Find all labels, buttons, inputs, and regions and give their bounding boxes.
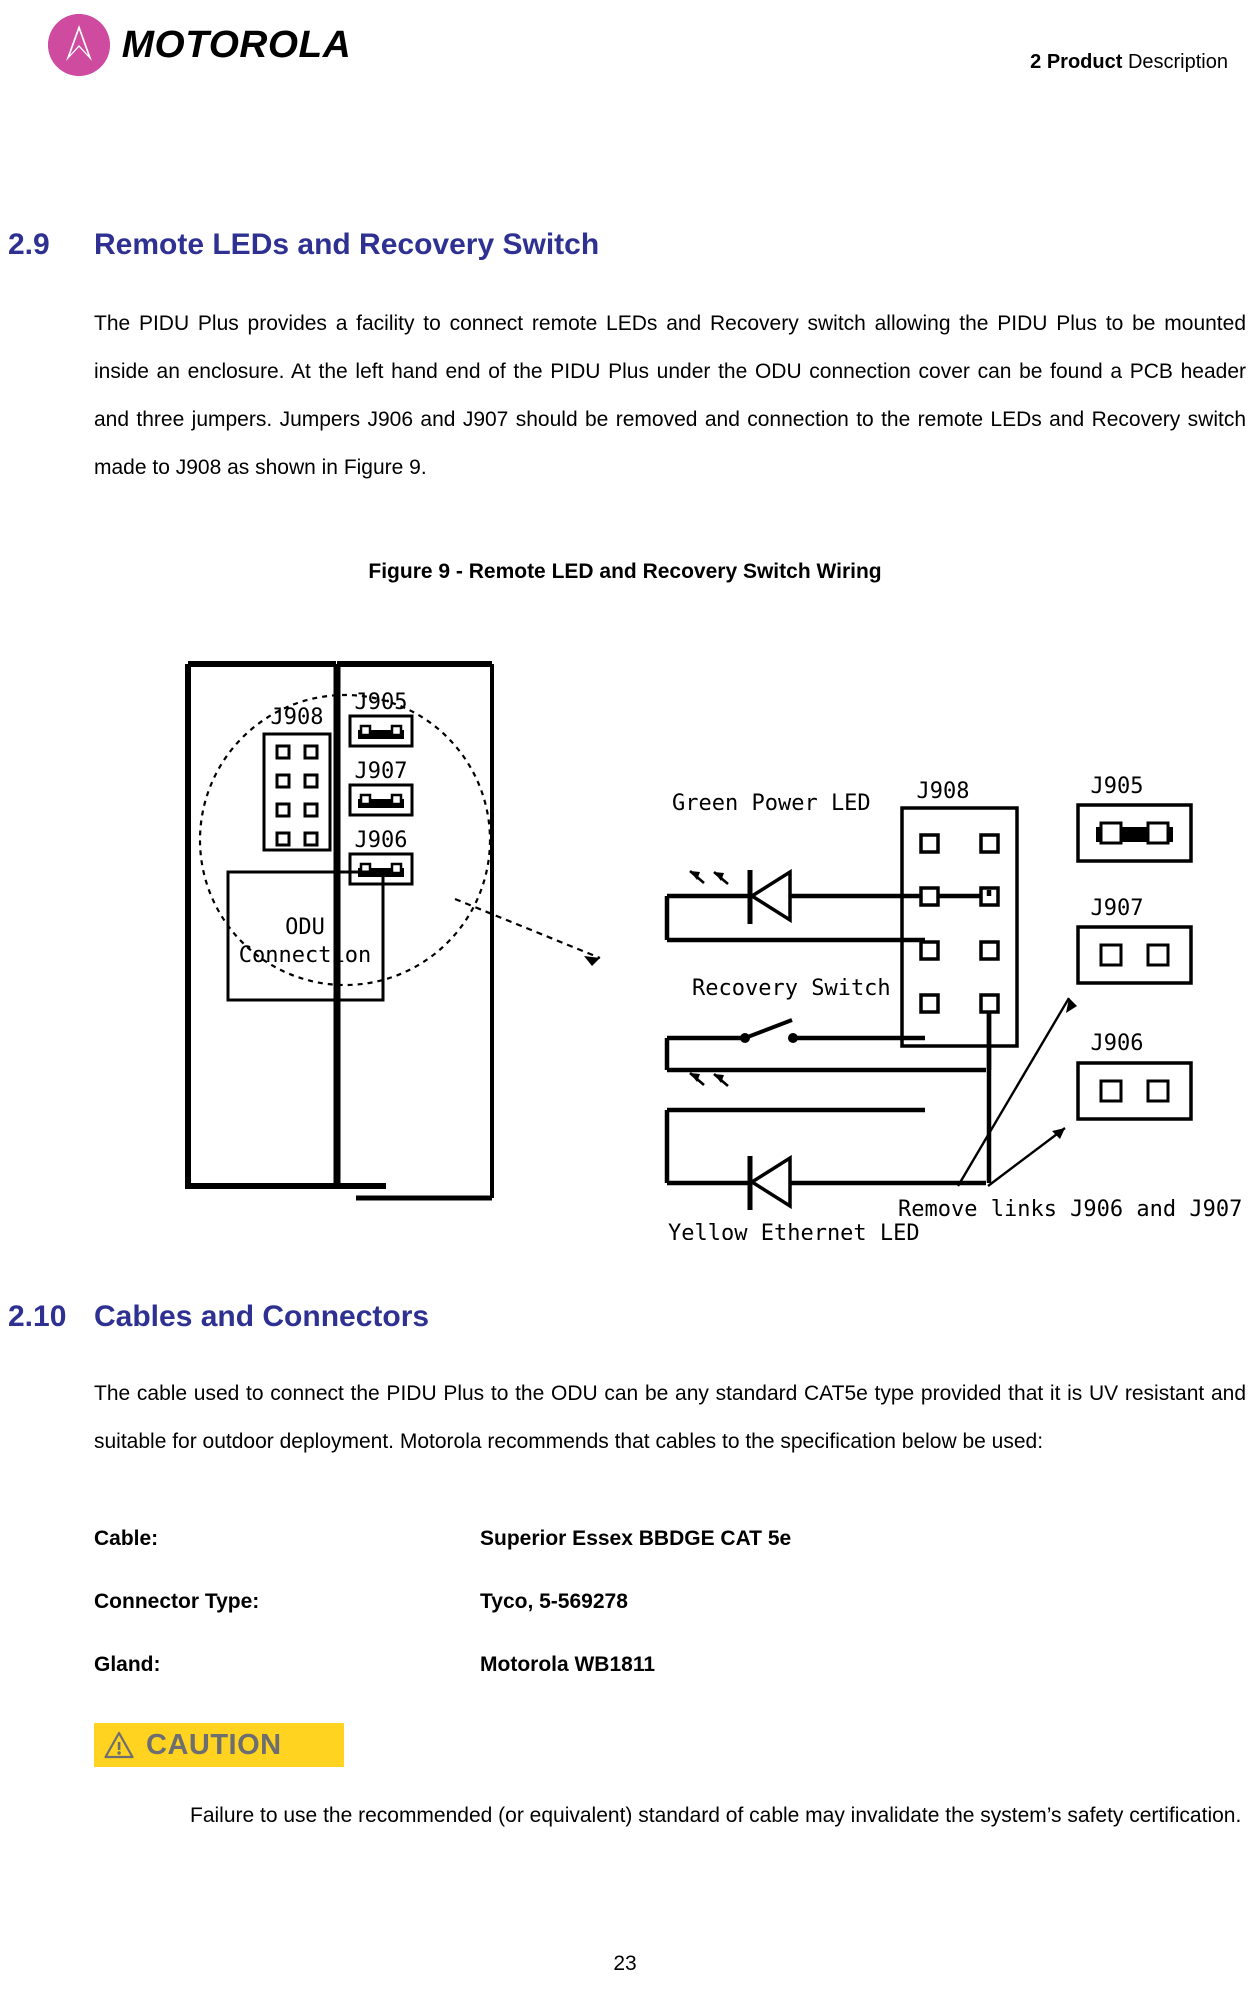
callout-circle: [198, 693, 492, 987]
spec-label: Gland:: [94, 1653, 161, 1676]
chapter-number: 2 Product: [1030, 51, 1123, 73]
motorola-wordmark: MOTOROLA: [121, 24, 352, 66]
recovery-switch-label: Recovery Switch: [692, 976, 891, 1001]
pcb-j905-label: J905: [355, 690, 408, 715]
pcb-j906-label: J906: [355, 828, 408, 853]
caution-body-text: Failure to use the recommended (or equiv…: [190, 1804, 1242, 1827]
schematic-j908-label: J908: [917, 779, 970, 804]
motorola-batwing-icon: [48, 14, 110, 76]
spec-value: Tyco, 5-569278: [480, 1590, 628, 1613]
state-j907-label: J907: [1091, 896, 1144, 921]
section-2-9-body: The PIDU Plus provides a facility to con…: [94, 312, 1246, 479]
jumper-state-view: J905 J907 J906 Remove links J906 and J90…: [898, 774, 1242, 1222]
warning-triangle-icon: [104, 1731, 134, 1759]
figure-caption: Figure 9 - Remote LED and Recovery Switc…: [368, 560, 882, 583]
page-header: MOTOROLA 2 Product Description: [0, 0, 1250, 110]
cable-spec-list: Cable: Superior Essex BBDGE CAT 5e Conne…: [94, 1528, 1094, 1717]
spec-label: Cable:: [94, 1527, 159, 1550]
pcb-j908-header: [262, 732, 332, 852]
figure-9-diagram: J908 J905 J907 J906 ODU Connection Green…: [0, 620, 1250, 1240]
remove-links-note: Remove links J906 and J907: [898, 1197, 1242, 1222]
odu-box-line2: Connection: [239, 943, 371, 968]
caution-label: CAUTION: [146, 1728, 282, 1761]
odu-box-line1: ODU: [285, 915, 325, 940]
green-power-led-label: Green Power LED: [672, 791, 871, 816]
yellow-ethernet-led-label: Yellow Ethernet LED: [668, 1221, 920, 1240]
state-j906-label: J906: [1091, 1031, 1144, 1056]
wiring-schematic-view: Green Power LED Recovery Switch Yellow E…: [664, 779, 1019, 1240]
spec-row-gland: Gland: Motorola WB1811: [94, 1654, 1094, 1675]
pcb-j908-label: J908: [271, 705, 324, 730]
section-title: Cables and Connectors: [94, 1300, 430, 1333]
state-j905-label: J905: [1091, 774, 1144, 799]
chapter-title: Description: [1127, 51, 1228, 73]
chapter-breadcrumb: 2 Product Description: [1030, 52, 1228, 72]
spec-row-cable: Cable: Superior Essex BBDGE CAT 5e: [94, 1528, 1094, 1549]
spec-value: Superior Essex BBDGE CAT 5e: [480, 1527, 792, 1550]
pcb-j907-label: J907: [355, 759, 408, 784]
spec-row-connector-type: Connector Type: Tyco, 5-569278: [94, 1591, 1094, 1612]
section-heading-2-9: 2.9 Remote LEDs and Recovery Switch: [8, 228, 599, 262]
section-number: 2.10: [8, 1300, 67, 1333]
section-2-10-body: The cable used to connect the PIDU Plus …: [94, 1382, 1246, 1453]
motorola-logo: MOTOROLA: [48, 14, 352, 76]
state-j907-body: [1076, 925, 1193, 985]
pcb-outline-view: J908 J905 J907 J906 ODU Connection: [185, 661, 601, 1201]
section-heading-2-10: 2.10 Cables and Connectors: [8, 1300, 429, 1334]
spec-label: Connector Type:: [94, 1590, 260, 1613]
status-badge: CAUTION: [94, 1723, 344, 1767]
section-number: 2.9: [8, 228, 50, 261]
spec-value: Motorola WB1811: [480, 1653, 656, 1676]
state-j906-body: [1076, 1061, 1193, 1121]
page-number: 23: [613, 1952, 637, 1975]
page-title: Remote LEDs and Recovery Switch: [94, 228, 600, 261]
